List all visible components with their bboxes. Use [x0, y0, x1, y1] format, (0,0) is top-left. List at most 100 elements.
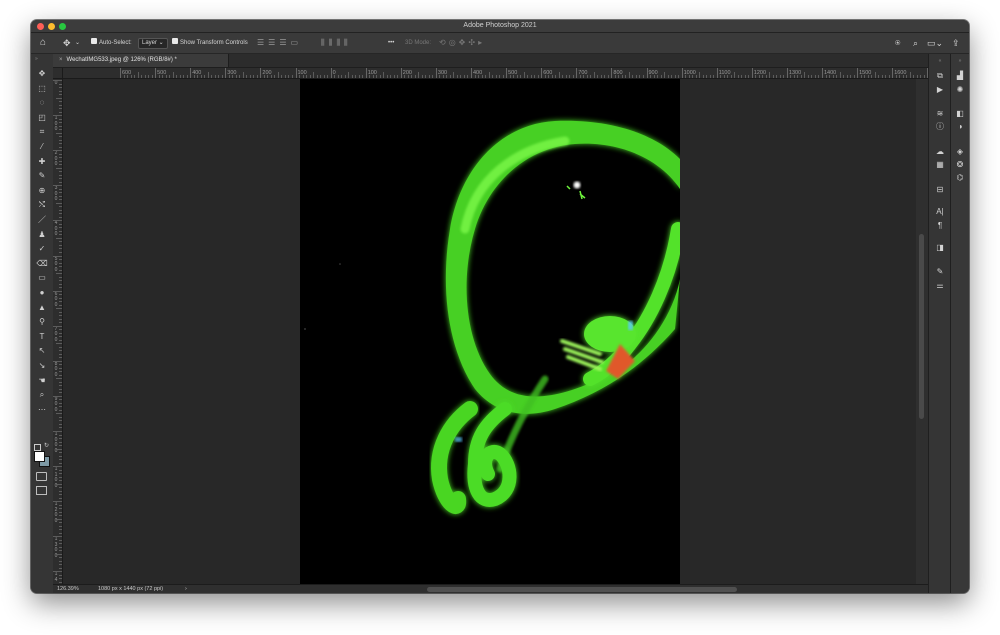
foreground-color-swatch[interactable]	[34, 451, 45, 462]
path-select-icon[interactable]: ↖	[34, 345, 50, 357]
vertical-scroll-thumb[interactable]	[919, 234, 924, 419]
swap-colors-icon[interactable]: ↻	[44, 442, 49, 449]
marquee-icon[interactable]: ⬚	[34, 83, 50, 95]
document-canvas[interactable]	[300, 79, 680, 584]
color-panel-icon[interactable]: ◧	[953, 108, 967, 119]
quick-mask-icon[interactable]	[36, 472, 47, 481]
blur-icon[interactable]: ●	[34, 287, 50, 299]
ruler-minor-tick	[846, 75, 848, 78]
more-options-button[interactable]: •••	[388, 33, 394, 53]
align-icons-group[interactable]: ☰☰☰▭	[257, 33, 302, 53]
canvas-area[interactable]	[63, 79, 916, 584]
character-panel-icon[interactable]: A|	[933, 206, 947, 217]
document-tab[interactable]: × WechatIMG533.jpeg @ 126% (RGB/8#) *	[53, 54, 229, 67]
direct-select-icon[interactable]: ↘	[34, 360, 50, 372]
move-tool-preset-icon[interactable]: ✥	[63, 33, 71, 53]
ruler-major-tick	[330, 68, 332, 78]
stamp-icon[interactable]: ⊕	[34, 185, 50, 197]
ruler-major-tick	[155, 68, 157, 78]
zoom-icon[interactable]: ⌕	[34, 389, 50, 401]
brush-settings-icon[interactable]: ✎	[933, 266, 947, 277]
ruler-minor-tick	[562, 75, 564, 78]
vertical-scrollbar[interactable]	[916, 79, 928, 584]
ruler-minor-tick	[323, 75, 325, 78]
ruler-label: 1200	[54, 501, 58, 524]
tools-collapse-icon[interactable]: »	[35, 56, 38, 62]
share-profile-icon[interactable]: ⍟	[895, 33, 900, 53]
ruler-major-tick	[506, 68, 508, 78]
ruler-label: 300	[54, 185, 58, 203]
adjustments-panel-icon[interactable]: ≋	[933, 108, 947, 119]
move-icon[interactable]: ✥	[34, 68, 50, 80]
sharpen-icon[interactable]: ▲	[34, 302, 50, 314]
clone-icon[interactable]: ♟	[34, 229, 50, 241]
workspace-icon[interactable]: ▭⌄	[927, 33, 943, 53]
swatches-panel-icon[interactable]: ▦	[933, 159, 947, 170]
ruler-tick	[59, 153, 62, 155]
vertical-ruler[interactable]: 0 100 200 300 400 500 600 700 800 900 1000 1100 1200…	[53, 79, 63, 584]
close-tab-icon[interactable]: ×	[59, 57, 63, 63]
ruler-label: 700	[578, 70, 588, 76]
actions-panel-icon[interactable]: ▶	[933, 84, 947, 95]
crop-icon[interactable]: ⌗	[34, 126, 50, 138]
paths-panel-icon[interactable]: ⌬	[953, 172, 967, 183]
ruler-tick	[59, 525, 62, 527]
ruler-tick	[56, 132, 62, 134]
dodge-icon[interactable]: ⚲	[34, 316, 50, 328]
object-select-icon[interactable]: ◰	[34, 112, 50, 124]
styles-panel-icon[interactable]: ◑	[953, 121, 967, 132]
more-tools-icon[interactable]: ⋯	[34, 404, 50, 416]
horizontal-ruler[interactable]: 600 500 400 300 200 100 0 100 200 300 400 500 600 700…	[53, 68, 928, 79]
brush-icon[interactable]: ✎	[34, 170, 50, 182]
ruler-tick	[59, 511, 62, 513]
ruler-label: 300	[437, 70, 448, 76]
type-icon[interactable]: T	[34, 331, 50, 343]
ruler-minor-tick	[818, 75, 820, 78]
spot-heal-icon[interactable]: ✓	[34, 243, 50, 255]
tool-presets-icon[interactable]: ⚌	[933, 280, 947, 291]
3d-mode-icons[interactable]: ⟲◎✥✣▸	[439, 33, 485, 53]
show-transform-checkbox[interactable]	[172, 38, 178, 45]
healing-brush-icon[interactable]: ✚	[34, 156, 50, 168]
auto-select-checkbox[interactable]	[91, 38, 97, 45]
home-icon[interactable]: ⌂	[40, 33, 46, 53]
properties-panel-icon[interactable]: ⊟	[933, 184, 947, 195]
search-icon[interactable]: ⌕	[913, 33, 918, 53]
history-panel-icon[interactable]: ⧉	[933, 70, 947, 81]
ruler-tick	[59, 441, 62, 443]
eraser-icon[interactable]: ⌫	[34, 258, 50, 270]
collapse-dock-icon[interactable]: »	[953, 56, 967, 67]
ruler-tick	[59, 332, 62, 334]
zoom-level[interactable]: 126.39%	[57, 585, 79, 593]
horizontal-scroll-thumb[interactable]	[427, 587, 737, 592]
ruler-major-tick	[365, 68, 367, 78]
paragraph-panel-icon[interactable]: ¶	[933, 220, 947, 231]
collapse-panels-icon[interactable]: «	[933, 56, 947, 67]
info-panel-icon[interactable]: ⓘ	[933, 121, 947, 132]
distribute-icons-group[interactable]: ⫼⫼⫼⫼	[321, 33, 352, 53]
gradient-icon[interactable]: ▭	[34, 272, 50, 284]
ruler-tick	[59, 364, 62, 366]
eyedropper-icon[interactable]: ⁄	[34, 141, 50, 153]
ruler-tick	[59, 346, 62, 348]
ruler-origin[interactable]	[53, 68, 63, 79]
pen-tool-icon[interactable]: ／	[34, 214, 50, 226]
screen-mode-icon[interactable]	[36, 486, 47, 495]
ruler-minor-tick	[874, 72, 876, 78]
history-brush-icon[interactable]: ⤭	[34, 199, 50, 211]
channels-panel-icon[interactable]: ❂	[953, 159, 967, 170]
ruler-tick	[59, 318, 62, 320]
chevron-down-icon[interactable]: ⌄	[75, 33, 80, 53]
lasso-icon[interactable]: ◌	[34, 97, 50, 109]
histogram-panel-icon[interactable]: ▟	[953, 70, 967, 81]
timeline-panel-icon[interactable]: ◨	[933, 242, 947, 253]
default-colors-icon[interactable]	[34, 444, 41, 451]
export-icon[interactable]: ⇪	[952, 33, 960, 53]
layers-panel-icon[interactable]: ◈	[953, 146, 967, 157]
hand-icon[interactable]: ☚	[34, 375, 50, 387]
auto-select-dropdown[interactable]: Layer ⌄	[138, 38, 168, 49]
status-menu-arrow[interactable]: ›	[185, 585, 187, 593]
ruler-minor-tick	[534, 75, 536, 78]
libraries-panel-icon[interactable]: ☁	[933, 146, 947, 157]
navigator-panel-icon[interactable]: ✺	[953, 84, 967, 95]
